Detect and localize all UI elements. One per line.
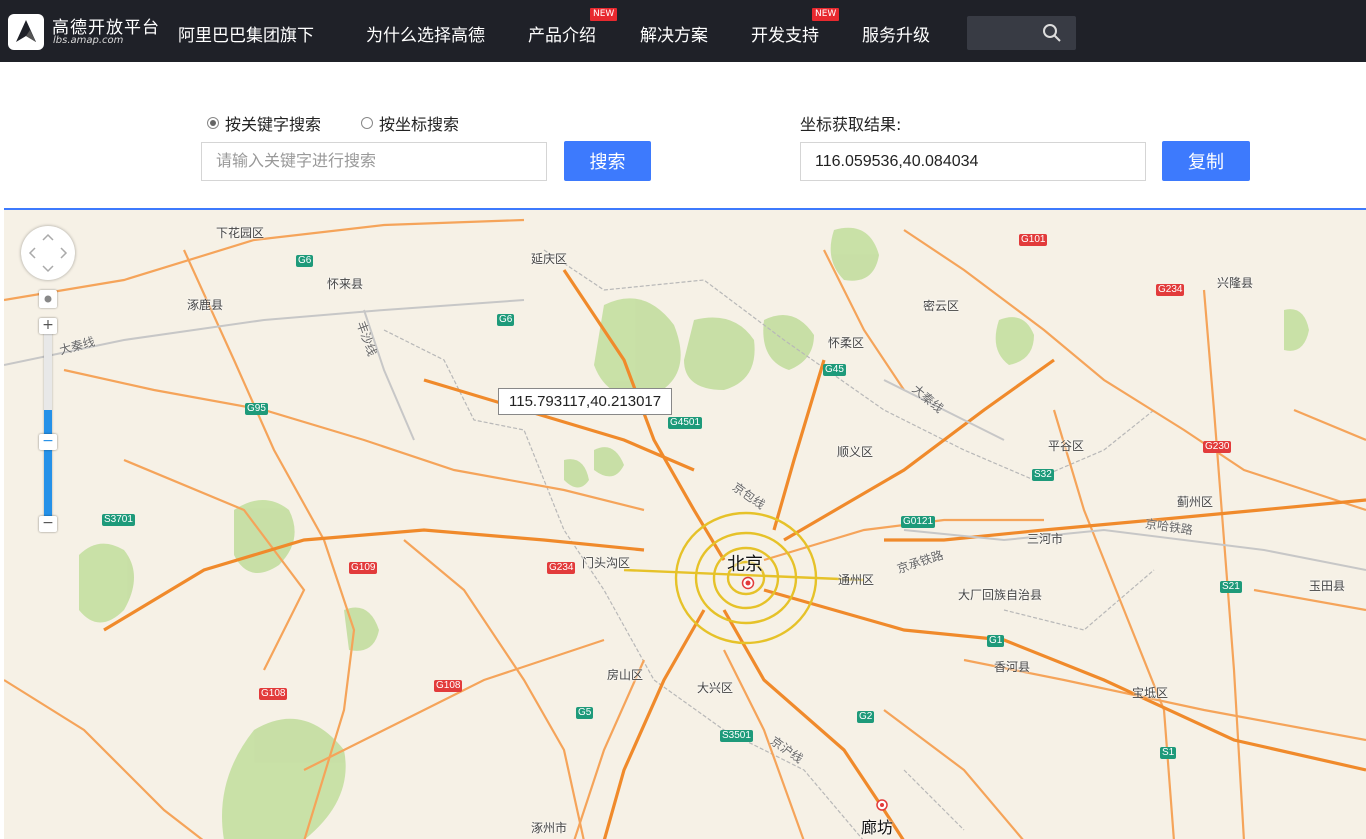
road-shield: G109 (349, 562, 378, 574)
search-icon[interactable] (1042, 23, 1062, 43)
city-marker-icon (876, 799, 888, 811)
logo-subtitle: lbs.amap.com (53, 35, 124, 46)
amap-logo-icon (8, 14, 44, 50)
road-shield: G0121 (901, 516, 936, 528)
place-label: 怀柔区 (828, 336, 865, 350)
road-shield: S1 (1160, 747, 1177, 759)
tagline: 阿里巴巴集团旗下 (178, 26, 314, 46)
road-shield: G234 (1156, 284, 1185, 296)
top-navigation-bar: 高德开放平台 lbs.amap.com 阿里巴巴集团旗下 为什么选择高德 产品介… (0, 0, 1366, 62)
zoom-out-button[interactable]: − (39, 516, 57, 532)
place-label: 密云区 (923, 299, 960, 313)
place-label: 大厂回族自治县 (958, 588, 1043, 602)
coordinate-picker-panel: 按关键字搜索 按坐标搜索 搜索 坐标获取结果: 复制 (0, 62, 1366, 208)
road-shield: G6 (296, 255, 314, 267)
road-shield: S3701 (102, 514, 135, 526)
new-badge: NEW (590, 8, 618, 21)
road-shield: S21 (1220, 581, 1242, 593)
road-shield: G45 (823, 364, 846, 376)
road-shield: G4501 (668, 417, 703, 429)
place-label: 大兴区 (697, 681, 734, 695)
nav-service-upgrade[interactable]: 服务升级 (862, 21, 930, 46)
road-shield: G5 (576, 707, 594, 719)
road-shield: G95 (245, 403, 268, 415)
nav-search-box[interactable] (967, 16, 1076, 50)
place-label: 涿鹿县 (187, 298, 224, 312)
place-label: 涿州市 (531, 821, 568, 835)
road-shield: G2 (857, 711, 875, 723)
locate-button[interactable] (39, 290, 57, 308)
road-shield: G234 (547, 562, 576, 574)
copy-button[interactable]: 复制 (1162, 141, 1250, 181)
road-shield: G1 (987, 635, 1005, 647)
map-view[interactable]: 下花园区 延庆区 怀来县 涿鹿县 密云区 兴隆县 怀柔区 顺义区 平谷区 蓟州区… (4, 208, 1366, 839)
coordinate-result-field[interactable] (800, 142, 1146, 181)
road-shield: G101 (1019, 234, 1048, 246)
radio-coordinate-label: 按坐标搜索 (379, 115, 460, 134)
place-label: 门头沟区 (582, 556, 631, 570)
place-label: 三河市 (1027, 532, 1064, 546)
nav-dev-support[interactable]: 开发支持 (751, 21, 819, 46)
radio-coordinate-search[interactable]: 按坐标搜索 (361, 111, 459, 135)
zoom-slider-handle[interactable]: − (39, 434, 57, 450)
pan-arrows-icon[interactable] (21, 226, 75, 280)
place-label: 怀来县 (327, 277, 364, 291)
city-marker-icon (741, 576, 755, 590)
road-shield: S3501 (720, 730, 753, 742)
map-pan-control[interactable] (21, 226, 75, 280)
coordinate-tooltip: 115.793117,40.213017 (498, 388, 673, 415)
road-shield: G108 (434, 680, 463, 692)
place-label: 宝坻区 (1132, 686, 1169, 700)
city-label-beijing: 北京 (727, 554, 763, 574)
road-shield: G230 (1203, 441, 1232, 453)
nav-products[interactable]: 产品介绍 (528, 21, 596, 46)
radio-selected-icon[interactable] (207, 117, 219, 129)
zoom-slider-fill (44, 410, 52, 527)
zoom-in-button[interactable]: + (39, 318, 57, 334)
place-label: 延庆区 (531, 252, 568, 266)
radio-keyword-search[interactable]: 按关键字搜索 (207, 111, 321, 135)
place-label: 蓟州区 (1177, 495, 1214, 509)
place-label: 平谷区 (1048, 439, 1085, 453)
place-label: 下花园区 (216, 226, 265, 240)
road-shield: G6 (497, 314, 515, 326)
city-label-langfang: 廊坊 (861, 820, 894, 837)
place-label: 顺义区 (837, 445, 874, 459)
place-label: 房山区 (607, 668, 644, 682)
road-shield: G108 (259, 688, 288, 700)
road-shield: S32 (1032, 469, 1054, 481)
place-label: 香河县 (994, 660, 1031, 674)
place-label: 通州区 (838, 573, 875, 587)
nav-solutions[interactable]: 解决方案 (640, 21, 708, 46)
zoom-slider[interactable] (44, 322, 52, 527)
amap-logo[interactable]: 高德开放平台 lbs.amap.com (8, 12, 168, 52)
search-button[interactable]: 搜索 (564, 141, 651, 181)
keyword-search-input[interactable] (201, 142, 547, 181)
locate-icon[interactable] (39, 290, 57, 308)
coordinate-result-label: 坐标获取结果: (800, 115, 902, 134)
place-label: 兴隆县 (1217, 276, 1254, 290)
radio-unselected-icon[interactable] (361, 117, 373, 129)
place-label: 玉田县 (1309, 579, 1346, 593)
new-badge: NEW (812, 8, 840, 21)
radio-keyword-label: 按关键字搜索 (225, 115, 322, 134)
nav-why-amap[interactable]: 为什么选择高德 (366, 21, 485, 46)
